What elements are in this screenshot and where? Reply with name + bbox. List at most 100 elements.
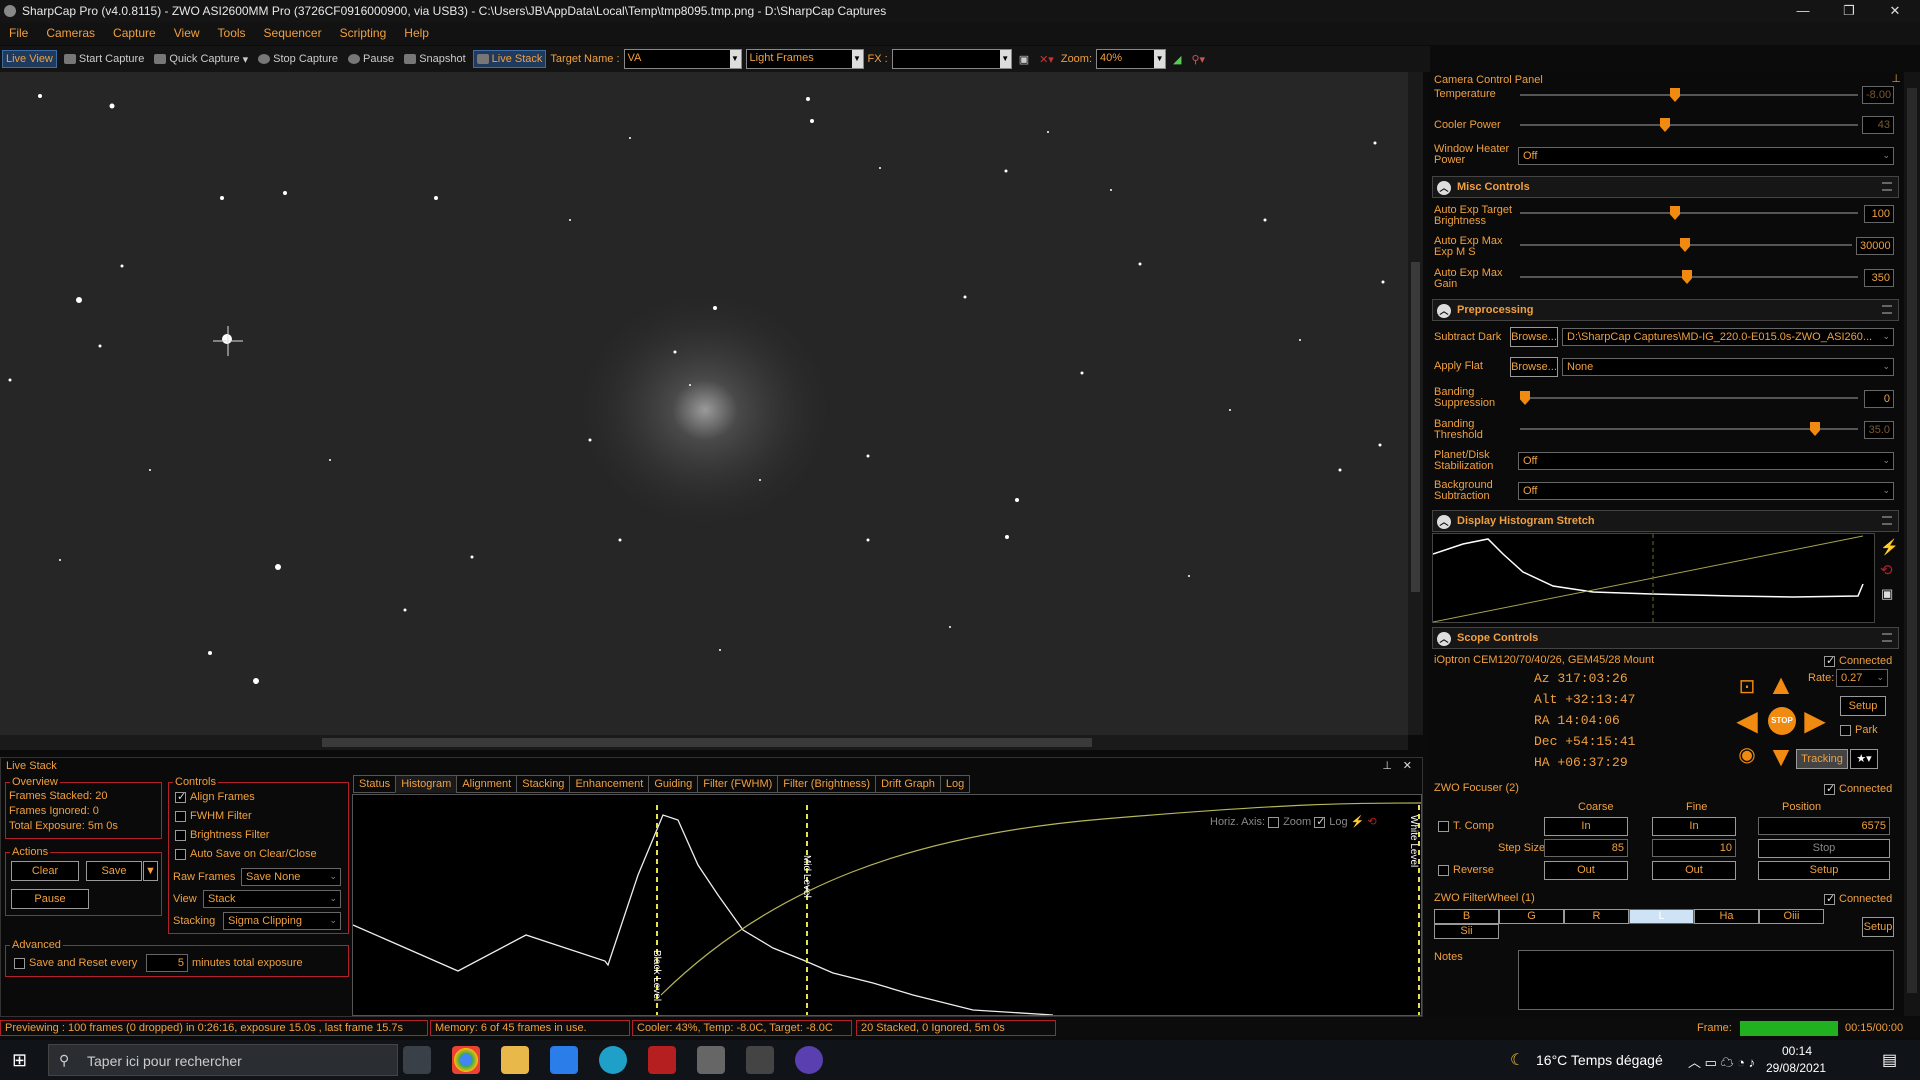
live-view-button[interactable]: Live View [2, 50, 57, 68]
coarse-out-button[interactable]: Out [1544, 861, 1628, 880]
telescope-app-icon[interactable] [746, 1046, 774, 1074]
south-arrow-icon[interactable]: ▼ [1766, 742, 1796, 772]
banding-suppression-value[interactable]: 0 [1864, 390, 1894, 408]
filter-l-button[interactable]: L [1629, 909, 1694, 924]
filter-r-button[interactable]: R [1564, 909, 1629, 924]
target-brightness-value[interactable]: 100 [1864, 205, 1894, 223]
taskbar-search-box[interactable]: ⚲ Taper ici pour rechercher [48, 1044, 398, 1076]
fx-select[interactable]: ▼ [891, 49, 1012, 69]
dark-browse-button[interactable]: Browse... [1510, 327, 1558, 347]
tab-log[interactable]: Log [939, 775, 971, 793]
star-icon[interactable]: ★▾ [1850, 749, 1878, 769]
tab-filter-brightness[interactable]: Filter (Brightness) [777, 775, 877, 793]
minutes-stepper[interactable]: 5 [146, 954, 188, 972]
park-checkbox[interactable]: Park [1840, 724, 1878, 736]
menu-cameras[interactable]: Cameras [37, 23, 104, 43]
raw-frames-select[interactable]: Save None ⌄ [241, 868, 341, 886]
edge-icon[interactable] [599, 1046, 627, 1074]
save-icon[interactable]: ▣ [1881, 586, 1893, 602]
east-arrow-icon[interactable]: ▶ [1800, 706, 1830, 736]
flat-file-select[interactable]: None ⌄ [1562, 358, 1894, 376]
tab-status[interactable]: Status [353, 775, 397, 793]
position-value[interactable]: 6575 [1758, 817, 1890, 835]
panel-scrollbar[interactable] [1904, 72, 1920, 1016]
auto-stretch-icon[interactable]: ⚡ [1880, 538, 1899, 556]
banding-threshold-slider[interactable] [1520, 422, 1858, 436]
max-gain-value[interactable]: 350 [1864, 269, 1894, 287]
stacking-select[interactable]: Sigma Clipping ⌄ [223, 912, 341, 930]
collapse-icon[interactable]: ︿ [1437, 632, 1451, 646]
vertical-scrollbar[interactable] [1408, 72, 1423, 735]
menu-sequencer[interactable]: Sequencer [255, 23, 331, 43]
align-frames-checkbox[interactable]: Align Frames [175, 790, 255, 803]
minimize-icon[interactable]: — [1780, 0, 1826, 23]
west-arrow-icon[interactable]: ◀ [1732, 706, 1762, 736]
scope-setup-button[interactable]: Setup [1840, 696, 1886, 716]
cooler-power-value[interactable]: 43 [1862, 116, 1894, 134]
display-histogram-chart[interactable] [1432, 533, 1875, 624]
menu-file[interactable]: File [0, 23, 37, 43]
tab-alignment[interactable]: Alignment [456, 775, 518, 793]
tab-enhancement[interactable]: Enhancement [569, 775, 650, 793]
background-subtraction-select[interactable]: Off ⌄ [1518, 482, 1894, 500]
search-icon[interactable]: ⚲▾ [1189, 51, 1209, 68]
collapse-icon[interactable]: ︿ [1437, 515, 1451, 529]
rate-select[interactable]: 0.27 ⌄ [1836, 669, 1888, 687]
autosave-checkbox[interactable]: Auto Save on Clear/Close [175, 848, 317, 860]
focuser-stop-button[interactable]: Stop [1758, 839, 1890, 858]
fine-out-button[interactable]: Out [1652, 861, 1736, 880]
close-icon[interactable]: ✕ [1872, 0, 1918, 23]
fwhm-filter-checkbox[interactable]: FWHM Filter [175, 810, 252, 822]
max-exp-value[interactable]: 30000 [1856, 237, 1894, 255]
clear-button[interactable]: Clear [11, 861, 79, 881]
scope-controls-header[interactable]: ︿ Scope Controls [1432, 627, 1899, 649]
tcomp-checkbox[interactable]: T. Comp [1438, 820, 1494, 832]
pin-icon[interactable]: ⊥ [1891, 72, 1901, 85]
fine-step-input[interactable]: 10 [1652, 839, 1736, 857]
mail-icon[interactable] [550, 1046, 578, 1074]
menu-capture[interactable]: Capture [104, 23, 165, 43]
task-view-icon[interactable] [403, 1046, 431, 1074]
banding-threshold-value[interactable]: 35.0 [1864, 421, 1894, 439]
histogram-chart[interactable]: Black Level Mid Level White Level Horiz.… [352, 794, 1422, 1016]
dark-file-select[interactable]: D:\SharpCap Captures\MD-IG_220.0-E015.0s… [1562, 328, 1894, 346]
auto-stretch-icon[interactable]: ⚡ [1351, 816, 1365, 828]
file-explorer-icon[interactable] [501, 1046, 529, 1074]
histogram-icon[interactable]: ◢ [1170, 51, 1184, 68]
cooler-power-slider[interactable] [1520, 118, 1858, 132]
restore-icon[interactable]: ❐ [1826, 0, 1872, 23]
fine-in-button[interactable]: In [1652, 817, 1736, 836]
app-red-icon[interactable] [648, 1046, 676, 1074]
zoom-select[interactable]: 40% ▼ [1096, 49, 1167, 69]
menu-icon[interactable] [1882, 516, 1892, 525]
clock-date[interactable]: 29/08/2021 [1766, 1061, 1826, 1075]
stop-capture-button[interactable]: Stop Capture [255, 51, 341, 67]
banding-suppression-slider[interactable] [1520, 391, 1858, 405]
temperature-slider[interactable] [1520, 88, 1858, 102]
save-button[interactable]: Save [86, 861, 142, 881]
stellarium-icon[interactable] [795, 1046, 823, 1074]
tab-histogram[interactable]: Histogram [395, 775, 458, 793]
filter-g-button[interactable]: G [1499, 909, 1564, 924]
pause-button[interactable]: Pause [345, 51, 397, 67]
misc-controls-header[interactable]: ︿ Misc Controls [1432, 176, 1899, 198]
crosshair-icon[interactable]: ✕▾ [1036, 51, 1057, 68]
filter-ha-button[interactable]: Ha [1694, 909, 1759, 924]
menu-icon[interactable] [1882, 305, 1892, 314]
display-histogram-header[interactable]: ︿ Display Histogram Stretch [1432, 510, 1899, 532]
menu-icon[interactable] [1882, 633, 1892, 642]
save-options-icon[interactable]: ▼ [143, 861, 158, 881]
scope-connected-checkbox[interactable]: Connected [1824, 654, 1892, 667]
save-reset-checkbox[interactable]: Save and Reset every [14, 957, 137, 969]
max-exp-slider[interactable] [1520, 238, 1852, 252]
reverse-checkbox[interactable]: Reverse [1438, 864, 1494, 876]
close-icon[interactable]: ✕ [1403, 759, 1412, 772]
tray-icons[interactable]: ︿ ▭ ☁ ◔ ♪ [1688, 1052, 1755, 1071]
menu-view[interactable]: View [165, 23, 209, 43]
window-heater-select[interactable]: Off ⌄ [1518, 147, 1894, 165]
stop-button[interactable]: STOP [1768, 707, 1796, 735]
snapshot-button[interactable]: Snapshot [401, 51, 468, 67]
chrome-icon[interactable] [452, 1046, 480, 1074]
horizontal-scrollbar[interactable] [0, 735, 1408, 750]
stabilization-select[interactable]: Off ⌄ [1518, 452, 1894, 470]
